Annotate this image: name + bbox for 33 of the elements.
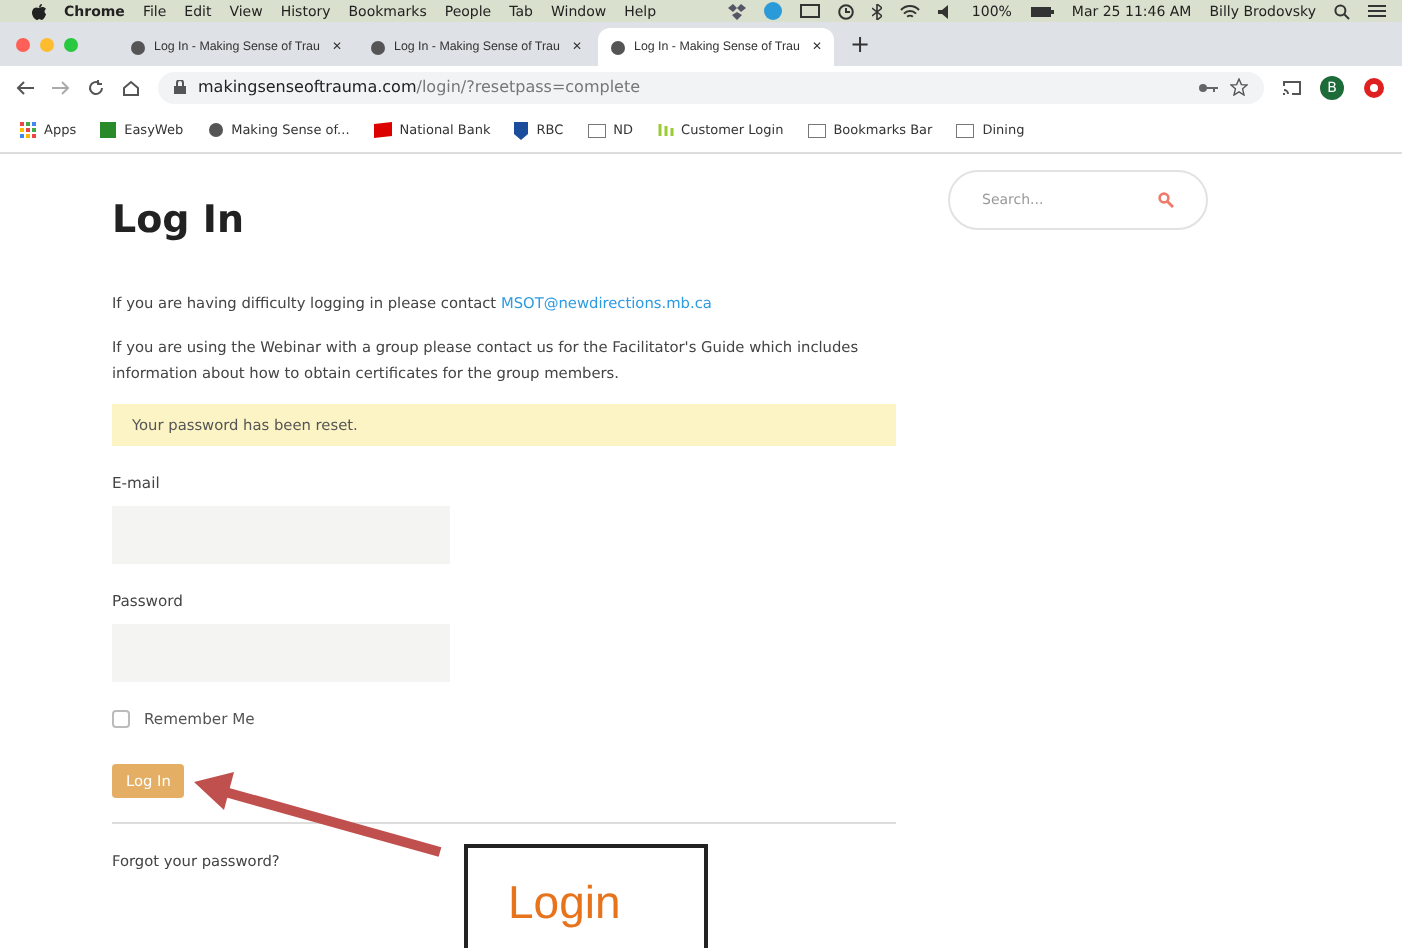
square-logo-icon [100, 122, 117, 138]
dropbox-icon[interactable] [727, 3, 746, 19]
screen-icon[interactable] [799, 3, 820, 19]
folder-icon [956, 123, 975, 137]
apple-logo-icon[interactable] [32, 3, 46, 19]
key-icon[interactable] [1198, 81, 1218, 93]
folder-icon [587, 123, 606, 137]
flag-icon [373, 122, 392, 138]
folder-icon [807, 123, 826, 137]
extension-icon[interactable] [1362, 75, 1386, 99]
back-icon[interactable] [16, 79, 34, 95]
search-icon[interactable] [1334, 3, 1350, 19]
lock-icon [174, 80, 186, 94]
address-bar[interactable]: makingsenseoftrauma.com/login/?resetpass=complete [158, 71, 1264, 103]
page-title: Log In [112, 198, 246, 242]
battery-icon[interactable] [1029, 5, 1054, 17]
globe-icon [130, 39, 146, 55]
globe-icon [370, 39, 386, 55]
apps-grid-icon [20, 122, 36, 138]
reload-icon[interactable] [88, 79, 104, 95]
star-icon[interactable] [1230, 78, 1248, 96]
remember-checkbox[interactable] [112, 710, 130, 728]
globe-icon [610, 39, 626, 55]
shield-icon [514, 121, 529, 139]
home-icon[interactable] [122, 79, 140, 95]
new-tab-button[interactable]: + [850, 30, 871, 58]
globe-icon [207, 122, 224, 138]
list-icon[interactable] [1368, 4, 1386, 18]
bluetooth-icon[interactable] [871, 3, 882, 19]
clock-icon[interactable] [837, 3, 854, 19]
annotation-label: Login [508, 876, 621, 928]
wifi-icon[interactable] [899, 3, 920, 19]
cast-icon[interactable] [1282, 79, 1302, 95]
